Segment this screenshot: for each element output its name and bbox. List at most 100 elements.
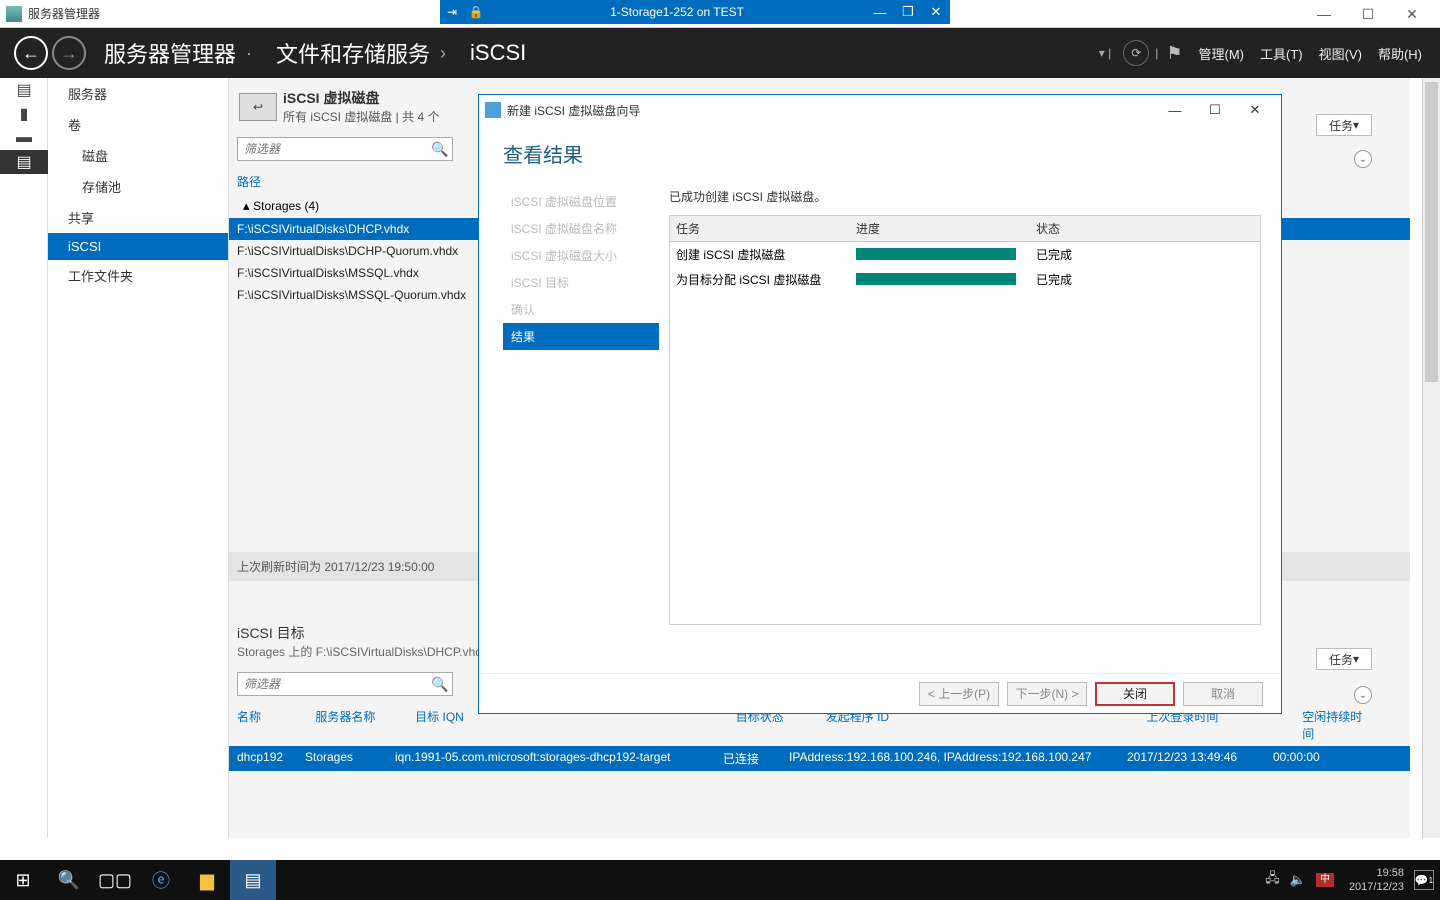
refresh-icon[interactable]: ⟳	[1123, 40, 1149, 66]
vm-name: 1-Storage1-252 on TEST	[488, 5, 866, 19]
tasks-dropdown[interactable]: 任务 ▾	[1316, 648, 1372, 670]
taskbar-search-icon[interactable]: 🔍	[46, 860, 92, 900]
expand-button[interactable]: ⌄	[1354, 150, 1372, 168]
cancel-button: 取消	[1183, 682, 1263, 706]
nav-servers[interactable]: 服务器	[48, 78, 228, 109]
back-panel-icon[interactable]: ↩	[239, 93, 277, 121]
dialog-close-button[interactable]: ✕	[1235, 102, 1275, 118]
nav-iscsi[interactable]: iSCSI	[48, 233, 228, 260]
forward-button[interactable]: →	[52, 36, 86, 70]
tasks-dropdown[interactable]: 任务 ▾	[1316, 114, 1372, 136]
cell-status: 已连接	[723, 750, 771, 767]
results-table: 任务 进度 状态 创建 iSCSI 虚拟磁盘 已完成 为目标分配 iSCSI 虚…	[669, 215, 1261, 625]
menu-help[interactable]: 帮助(H)	[1378, 44, 1422, 63]
filter-input[interactable]	[238, 142, 428, 156]
target-row[interactable]: dhcp192 Storages iqn.1991-05.com.microso…	[229, 746, 1410, 771]
nav-shares[interactable]: 共享	[48, 202, 228, 233]
expand-button[interactable]: ⌄	[1354, 686, 1372, 704]
cell-progress	[850, 242, 1030, 267]
col-progress: 进度	[850, 216, 1030, 241]
result-row: 创建 iSCSI 虚拟磁盘 已完成	[670, 242, 1260, 267]
task-view-icon[interactable]: ▢▢	[92, 860, 138, 900]
step-name: iSCSI 虚拟磁盘名称	[503, 215, 659, 242]
rail-disks-icon[interactable]: ▬	[0, 126, 48, 150]
back-button[interactable]: ←	[14, 36, 48, 70]
step-size: iSCSI 虚拟磁盘大小	[503, 242, 659, 269]
dialog-right-pane: 已成功创建 iSCSI 虚拟磁盘。 任务 进度 状态 创建 iSCSI 虚拟磁盘…	[659, 188, 1281, 673]
clock-time: 19:58	[1349, 866, 1404, 880]
close-button[interactable]: 关闭	[1095, 682, 1175, 706]
clock-date: 2017/12/23	[1349, 880, 1404, 894]
icon-rail: ▤ ▮ ▬ ▤	[0, 78, 48, 838]
chevron-icon: ›	[440, 43, 446, 64]
search-icon[interactable]: 🔍	[428, 141, 452, 158]
vm-restore-icon[interactable]: ❐	[894, 4, 922, 20]
rail-volumes-icon[interactable]: ▮	[0, 102, 48, 126]
menu-manage[interactable]: 管理(M)	[1199, 44, 1245, 63]
menu-view[interactable]: 视图(V)	[1319, 44, 1362, 63]
filter-box-2[interactable]: 🔍	[237, 672, 453, 696]
cell-lastlogin: 2017/12/23 13:49:46	[1127, 750, 1255, 767]
crumb-services[interactable]: 文件和存储服务	[276, 37, 430, 69]
window-maximize-button[interactable]: ☐	[1346, 0, 1390, 28]
nav-storage-pools[interactable]: 存储池	[48, 171, 228, 202]
ime-indicator[interactable]: 中	[1316, 873, 1334, 887]
filter-box[interactable]: 🔍	[237, 137, 453, 161]
vertical-scrollbar[interactable]	[1422, 78, 1440, 838]
left-nav: 服务器 卷 磁盘 存储池 共享 iSCSI 工作文件夹	[48, 78, 228, 838]
action-center-icon[interactable]: 💬1	[1414, 870, 1434, 890]
nav-work-folders[interactable]: 工作文件夹	[48, 260, 228, 291]
step-location: iSCSI 虚拟磁盘位置	[503, 188, 659, 215]
col-task: 任务	[670, 216, 850, 241]
cell-status: 已完成	[1030, 267, 1150, 292]
vm-connection-bar: ⇥ 🔒 1-Storage1-252 on TEST — ❐ ✕	[440, 0, 950, 24]
nav-disks[interactable]: 磁盘	[48, 140, 228, 171]
filter-input-2[interactable]	[238, 677, 428, 691]
ie-icon[interactable]: ⓔ	[138, 860, 184, 900]
col-server[interactable]: 服务器名称	[315, 708, 385, 742]
result-row: 为目标分配 iSCSI 虚拟磁盘 已完成	[670, 267, 1260, 292]
scrollbar-thumb[interactable]	[1425, 82, 1438, 382]
dialog-heading: 查看结果	[479, 125, 1281, 188]
chevron-icon: ·	[246, 43, 252, 64]
vm-minimize-icon[interactable]: —	[866, 5, 894, 20]
step-result: 结果	[503, 323, 659, 350]
rail-servers-icon[interactable]: ▤	[0, 78, 48, 102]
cell-idle: 00:00:00	[1273, 750, 1320, 767]
cell-task: 为目标分配 iSCSI 虚拟磁盘	[670, 267, 850, 292]
window-close-button[interactable]: ✕	[1390, 0, 1434, 28]
dialog-title: 新建 iSCSI 虚拟磁盘向导	[507, 102, 1155, 119]
nav-volumes[interactable]: 卷	[48, 109, 228, 140]
server-manager-icon	[6, 6, 22, 22]
search-icon[interactable]: 🔍	[428, 676, 452, 693]
windows-taskbar: ⊞ 🔍 ▢▢ ⓔ ▆ ▤ 🖧 🔈 中 19:58 2017/12/23 💬1	[0, 860, 1440, 900]
divider: |	[1155, 46, 1158, 60]
notifications-flag-icon[interactable]: ⚑	[1166, 43, 1182, 64]
crumb-iscsi[interactable]: iSCSI	[470, 40, 526, 66]
progress-bar	[856, 273, 1016, 285]
dialog-maximize-button[interactable]: ☐	[1195, 102, 1235, 118]
tray-volume-icon[interactable]: 🔈	[1290, 872, 1306, 888]
tray-network-icon[interactable]: 🖧	[1265, 869, 1280, 891]
col-idle[interactable]: 空闲持续时间	[1302, 708, 1372, 742]
start-button[interactable]: ⊞	[0, 860, 46, 900]
pin-icon[interactable]: ⇥	[440, 5, 464, 19]
menu-tools[interactable]: 工具(T)	[1260, 44, 1303, 63]
success-message: 已成功创建 iSCSI 虚拟磁盘。	[669, 188, 1261, 205]
rail-iscsi-icon[interactable]: ▤	[0, 150, 48, 174]
system-tray: 🖧 🔈 中 19:58 2017/12/23 💬1	[1260, 860, 1440, 900]
clock[interactable]: 19:58 2017/12/23	[1349, 866, 1404, 894]
breadcrumb-header: ← → 服务器管理器 · 文件和存储服务 › iSCSI ▾ | ⟳ | ⚑ 管…	[0, 28, 1440, 78]
cell-iqn: iqn.1991-05.com.microsoft:storages-dhcp1…	[395, 750, 705, 767]
dialog-minimize-button[interactable]: —	[1155, 103, 1195, 118]
explorer-icon[interactable]: ▆	[184, 860, 230, 900]
window-minimize-button[interactable]: —	[1302, 0, 1346, 28]
dropdown-icon[interactable]: ▾ |	[1099, 46, 1111, 60]
server-manager-taskbar-icon[interactable]: ▤	[230, 860, 276, 900]
next-button: 下一步(N) >	[1007, 682, 1087, 706]
prev-button: < 上一步(P)	[919, 682, 999, 706]
col-name[interactable]: 名称	[237, 708, 285, 742]
crumb-root[interactable]: 服务器管理器	[104, 37, 236, 69]
vm-close-icon[interactable]: ✕	[922, 4, 950, 20]
cell-server: Storages	[305, 750, 377, 767]
